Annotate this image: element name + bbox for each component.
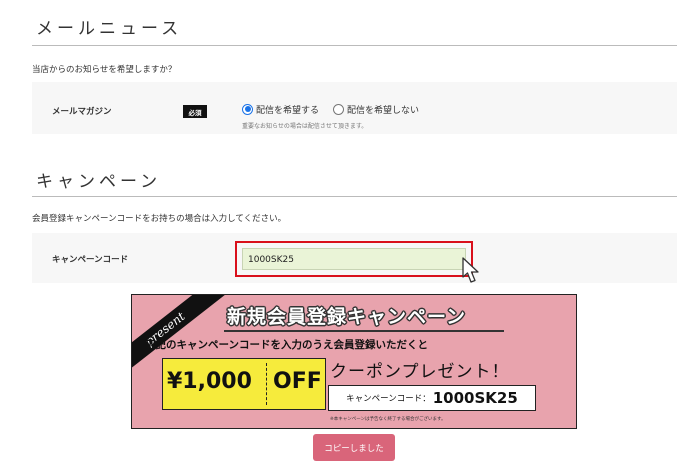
mail-news-title: メールニュース — [36, 19, 183, 39]
campaign-title: キャンペーン — [36, 172, 162, 192]
mail-news-divider — [32, 45, 677, 46]
radio-unsubscribe[interactable] — [333, 103, 344, 115]
coupon-off: OFF — [273, 369, 322, 394]
coupon-amount: ¥1,000 — [167, 369, 252, 394]
radio-unsubscribe-option[interactable]: 配信を希望しない — [333, 102, 419, 116]
banner-title: 新規会員登録キャンペーン — [227, 306, 467, 328]
campaign-divider — [32, 196, 677, 197]
banner-code-box: キャンペーンコード： 1000SK25 — [328, 385, 536, 411]
radio-unsubscribe-label: 配信を希望しない — [347, 105, 420, 116]
radio-subscribe-option[interactable]: 配信を希望する — [242, 102, 319, 116]
banner-code-label: キャンペーンコード： — [346, 394, 431, 404]
coupon-perforation — [266, 363, 267, 405]
mail-magazine-note: 重要なお知らせの場合は配信させて頂きます。 — [242, 123, 368, 130]
banner-subtitle: 下記のキャンペーンコードを入力のうえ会員登録いただくと — [145, 339, 428, 351]
mail-magazine-label: メールマガジン — [52, 107, 112, 117]
coupon-ticket: ¥1,000 OFF — [162, 358, 326, 410]
campaign-code-label: キャンペーンコード — [52, 255, 129, 265]
required-badge: 必須 — [183, 105, 207, 118]
radio-subscribe[interactable] — [242, 103, 253, 115]
banner-code-value: 1000SK25 — [432, 389, 518, 407]
copy-button[interactable]: コピーしました — [313, 434, 395, 461]
campaign-description: 会員登録キャンペーンコードをお持ちの場合は入力してください。 — [32, 214, 287, 224]
campaign-banner: present 新規会員登録キャンペーン 下記のキャンペーンコードを入力のうえ会… — [131, 294, 577, 429]
pointer-hand-icon — [462, 257, 479, 283]
coupon-present-text: クーポンプレゼント！ — [330, 362, 510, 382]
radio-subscribe-label: 配信を希望する — [256, 105, 320, 116]
banner-footnote: ※本キャンペーンは予告なく終了する場合がございます。 — [330, 417, 446, 422]
campaign-code-highlight: 1000SK25 — [235, 241, 473, 277]
campaign-code-input[interactable]: 1000SK25 — [242, 248, 466, 270]
banner-title-underline — [224, 330, 504, 332]
mail-news-description: 当店からのお知らせを希望しますか？ — [32, 65, 177, 75]
